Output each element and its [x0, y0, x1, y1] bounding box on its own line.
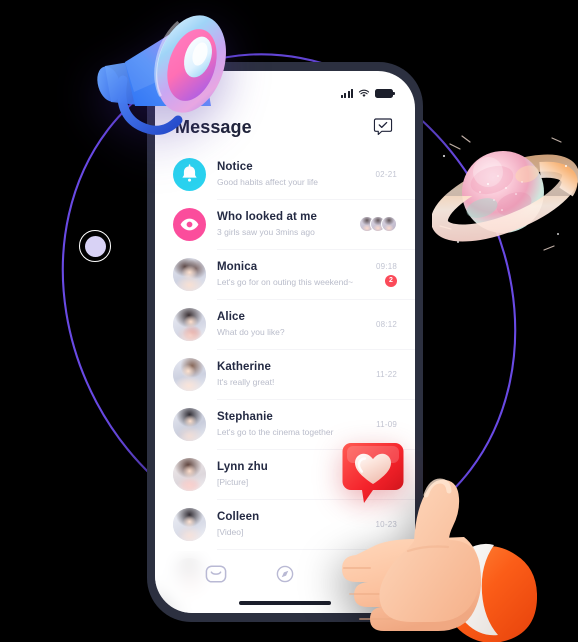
avatar: [173, 307, 206, 341]
list-item[interactable]: Monica Let's go for on outing this weeke…: [155, 249, 415, 299]
signal-bars-icon: [341, 88, 353, 98]
list-item-body: Alice What do you like?: [217, 310, 363, 339]
list-item-body: Notice Good habits affect your life: [217, 160, 363, 189]
wifi-icon: [358, 89, 370, 98]
list-item-body: Stephanie Let's go to the cinema togethe…: [217, 410, 363, 439]
list-item-meta: 11-09: [363, 420, 397, 429]
list-item-title: Katherine: [217, 360, 271, 373]
avatar: [173, 157, 206, 191]
tab-discover[interactable]: [272, 561, 298, 587]
avatar: [173, 407, 206, 441]
list-item-preview: It's really great!: [217, 376, 275, 387]
list-item[interactable]: Katherine It's really great! 11-22: [155, 349, 415, 399]
mail-envelope-icon: [205, 565, 227, 583]
megaphone-3d-icon: [78, 2, 234, 152]
list-item-title: Notice: [217, 160, 253, 173]
avatar: [173, 257, 206, 291]
list-item[interactable]: Notice Good habits affect your life 02-2…: [155, 149, 415, 199]
list-item-body: Katherine It's really great!: [217, 360, 363, 389]
avatar: [173, 357, 206, 391]
bell-icon: [182, 163, 197, 182]
list-item-preview: Let's go for on outing this weekend~: [217, 276, 354, 287]
compose-check-bubble-icon[interactable]: [373, 117, 393, 137]
orbit-dot-icon: [79, 230, 111, 262]
avatar: [173, 507, 206, 541]
list-item-title: Alice: [217, 310, 245, 323]
battery-full-icon: [375, 88, 395, 98]
list-item[interactable]: Who looked at me 3 girls saw you 3mins a…: [155, 199, 415, 249]
viewer-avatars: [359, 216, 397, 232]
list-item-preview: Good habits affect your life: [217, 176, 318, 187]
list-item-time: 02-21: [375, 169, 397, 179]
compass-discover-icon: [276, 565, 294, 583]
list-item-title: Stephanie: [217, 410, 273, 423]
list-item-time: 11-09: [376, 419, 397, 429]
avatar: [173, 207, 206, 241]
list-item[interactable]: Alice What do you like? 08:12: [155, 299, 415, 349]
list-item-body: Who looked at me 3 girls saw you 3mins a…: [217, 210, 353, 239]
list-item-time: 11-22: [376, 369, 397, 379]
list-item-body: Monica Let's go for on outing this weeke…: [217, 260, 363, 289]
list-item-meta: 11-22: [363, 370, 397, 379]
list-item-preview: What do you like?: [217, 326, 285, 337]
tab-messages[interactable]: [203, 561, 229, 587]
list-item-title: Who looked at me: [217, 210, 317, 223]
list-item-meta: 09:18 2: [363, 262, 397, 287]
home-indicator: [239, 601, 331, 605]
avatar: [173, 457, 206, 491]
unread-badge: 2: [385, 274, 397, 287]
list-item-time: 09:18: [375, 261, 397, 271]
list-item-title: Monica: [217, 260, 258, 273]
thumbs-up-hand-3d-icon: [322, 455, 538, 642]
illustration-stage: Message Notice Good habits affect your l…: [0, 0, 578, 642]
planet-ringed-3d-icon: [432, 122, 578, 270]
eye-icon: [180, 218, 199, 230]
list-item-meta: 08:12: [363, 320, 397, 329]
list-item-meta: [353, 216, 397, 232]
list-item-meta: 02-21: [363, 170, 397, 179]
list-item-time: 08:12: [375, 319, 397, 329]
list-item-preview: 3 girls saw you 3mins ago: [217, 226, 315, 237]
